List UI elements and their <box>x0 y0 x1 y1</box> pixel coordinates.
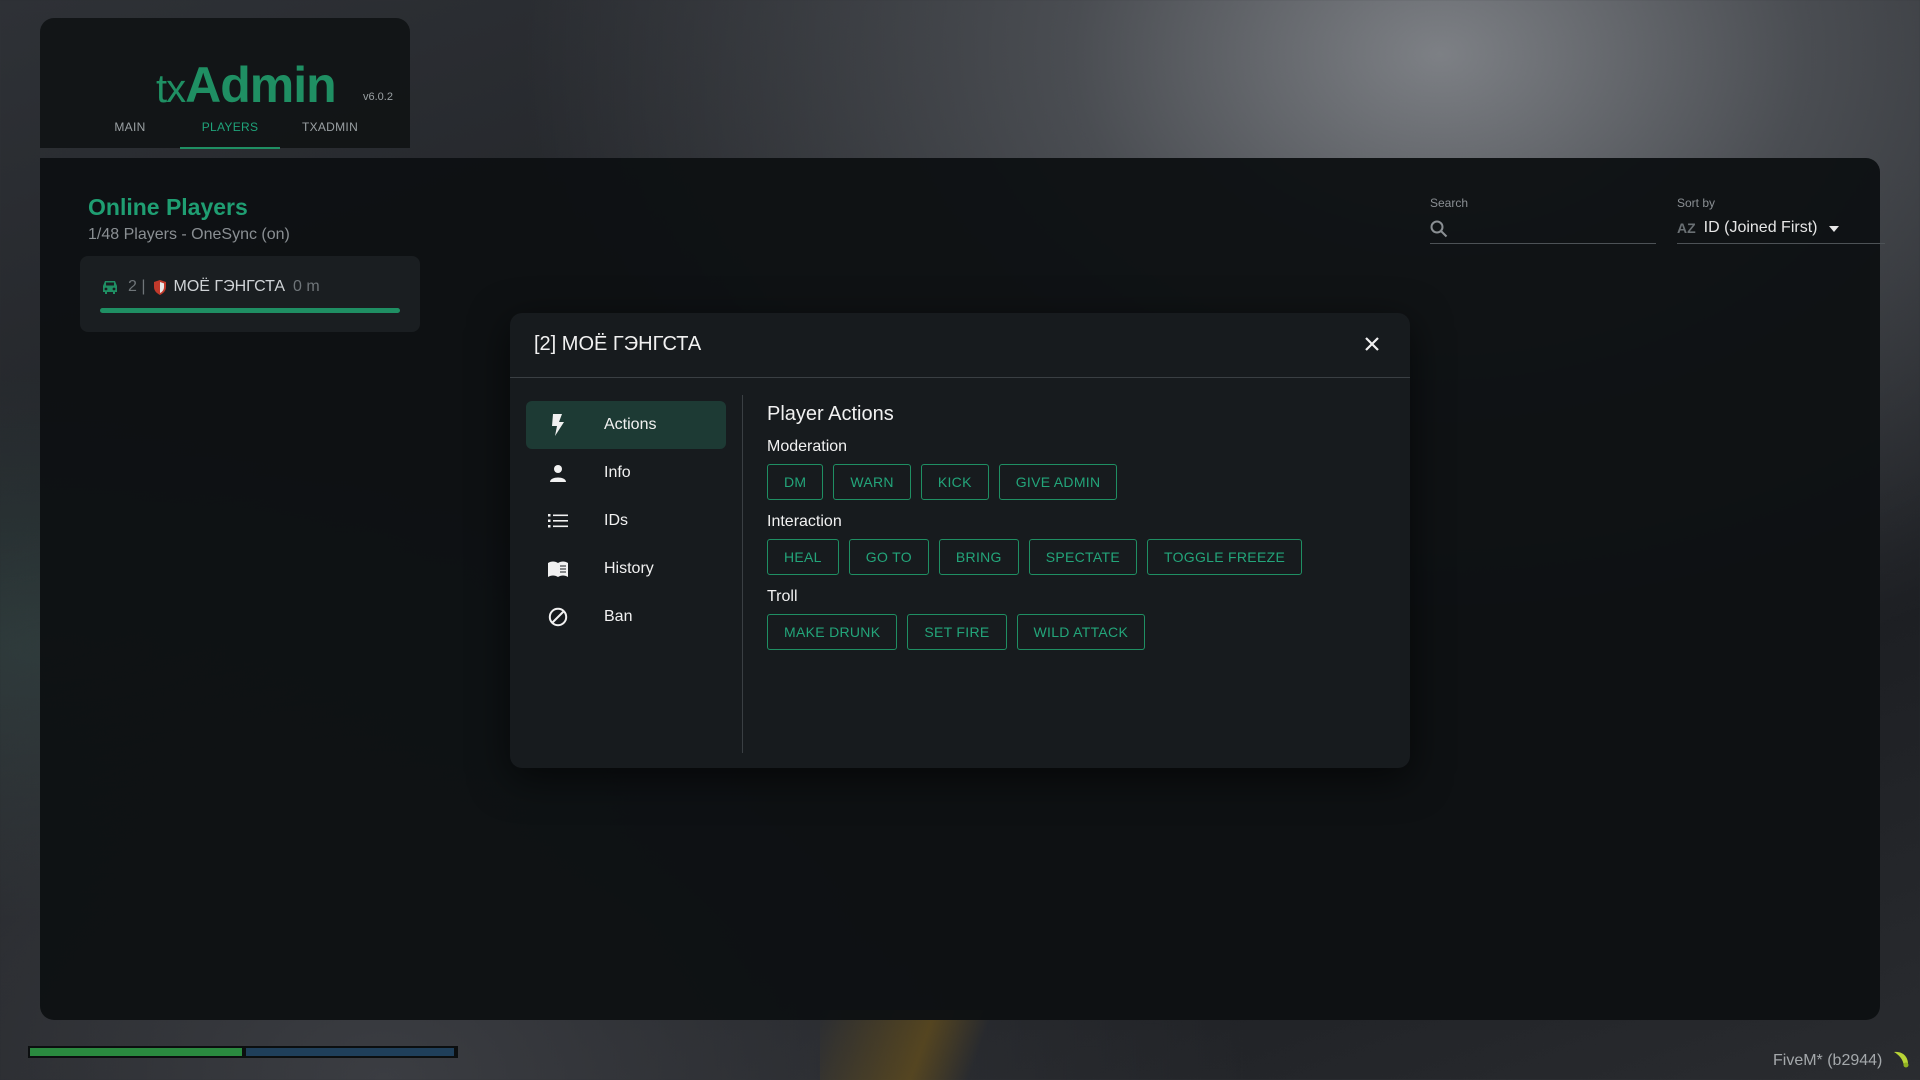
section-title-interaction: Interaction <box>767 513 842 530</box>
header: txAdmin v6.0.2 MAIN PLAYERS TXADMIN <box>40 18 410 149</box>
player-id: 2 | <box>128 278 146 295</box>
book-icon <box>546 561 570 577</box>
heal-button[interactable]: HEAL <box>767 539 839 575</box>
modal-header: [2] МОЁ ГЭНГСТА <box>510 313 1410 378</box>
warn-button[interactable]: WARN <box>833 464 911 500</box>
player-name: МОЁ ГЭНГСТА <box>173 278 286 295</box>
lightning-icon <box>546 414 570 436</box>
go-to-button[interactable]: GO TO <box>848 539 929 575</box>
fivem-leaf-icon <box>1892 1050 1910 1073</box>
tab-txadmin[interactable]: TXADMIN <box>280 120 380 149</box>
toggle-freeze-button[interactable]: TOGGLE FREEZE <box>1146 539 1303 575</box>
sidebar-item-label: History <box>604 560 654 577</box>
main-nav: MAIN PLAYERS TXADMIN <box>80 120 380 149</box>
actions-title: Player Actions <box>767 403 894 425</box>
modal-sidebar: Actions Info IDs History Ban <box>526 401 726 641</box>
sidebar-item-label: Ban <box>604 608 633 625</box>
sidebar-item-label: Info <box>604 464 631 481</box>
section-title-moderation: Moderation <box>767 438 848 455</box>
txadmin-logo: txAdmin <box>156 57 337 113</box>
background-road <box>820 1010 1080 1080</box>
player-playtime: 0 m <box>293 278 320 295</box>
spectate-button[interactable]: SPECTATE <box>1028 539 1137 575</box>
hud-armor-fill <box>246 1048 454 1056</box>
kick-button[interactable]: KICK <box>920 464 989 500</box>
version-label: v6.0.2 <box>363 91 393 103</box>
sidebar-item-actions[interactable]: Actions <box>526 401 726 449</box>
close-button[interactable] <box>1364 336 1380 357</box>
tab-players[interactable]: PLAYERS <box>180 120 280 149</box>
sidebar-item-label: IDs <box>604 512 628 529</box>
make-drunk-button[interactable]: MAKE DRUNK <box>767 614 898 650</box>
sort-az-icon: AZ <box>1677 219 1696 236</box>
chevron-down-icon <box>1829 219 1840 237</box>
sidebar-item-history[interactable]: History <box>526 545 726 593</box>
interaction-buttons: HEAL GO TO BRING SPECTATE TOGGLE FREEZE <box>767 539 1387 575</box>
modal-divider <box>742 395 743 753</box>
sidebar-item-info[interactable]: Info <box>526 449 726 497</box>
sort-label: Sort by <box>1677 196 1716 210</box>
troll-buttons: MAKE DRUNK SET FIRE WILD ATTACK <box>767 614 1387 650</box>
search-input[interactable] <box>1456 216 1652 240</box>
tab-main[interactable]: MAIN <box>80 120 180 149</box>
client-version-label: FiveM* (b2944) <box>1773 1052 1883 1069</box>
sidebar-item-ban[interactable]: Ban <box>526 593 726 641</box>
player-count: 1/48 Players - OneSync (on) <box>88 226 290 243</box>
search-icon <box>1430 220 1448 243</box>
give-admin-button[interactable]: GIVE ADMIN <box>998 464 1118 500</box>
player-actions-panel: Player Actions Moderation DM WARN KICK G… <box>767 403 1387 663</box>
close-icon <box>1365 337 1379 351</box>
car-icon <box>100 279 120 295</box>
page-title: Online Players <box>88 194 248 220</box>
dm-button[interactable]: DM <box>767 464 824 500</box>
bring-button[interactable]: BRING <box>938 539 1019 575</box>
shield-icon <box>153 279 166 295</box>
list-icon <box>546 513 570 529</box>
search-field[interactable] <box>1430 212 1656 244</box>
sort-select[interactable]: AZ ID (Joined First) <box>1677 212 1885 244</box>
wild-attack-button[interactable]: WILD ATTACK <box>1016 614 1146 650</box>
hud-status-bar <box>28 1046 458 1058</box>
sidebar-item-label: Actions <box>604 416 657 433</box>
sort-value: ID (Joined First) <box>1703 218 1818 236</box>
player-health-bar <box>100 308 400 313</box>
set-fire-button[interactable]: SET FIRE <box>907 614 1007 650</box>
search-label: Search <box>1430 196 1469 210</box>
moderation-buttons: DM WARN KICK GIVE ADMIN <box>767 464 1387 500</box>
modal-title: [2] МОЁ ГЭНГСТА <box>534 333 702 355</box>
player-card[interactable]: 2 | МОЁ ГЭНГСТА 0 m <box>80 256 420 332</box>
player-modal: [2] МОЁ ГЭНГСТА Actions Info IDs History… <box>510 313 1410 768</box>
person-icon <box>546 464 570 482</box>
sidebar-item-ids[interactable]: IDs <box>526 497 726 545</box>
hud-health-fill <box>30 1048 242 1056</box>
ban-icon <box>546 607 570 627</box>
section-title-troll: Troll <box>767 588 798 605</box>
